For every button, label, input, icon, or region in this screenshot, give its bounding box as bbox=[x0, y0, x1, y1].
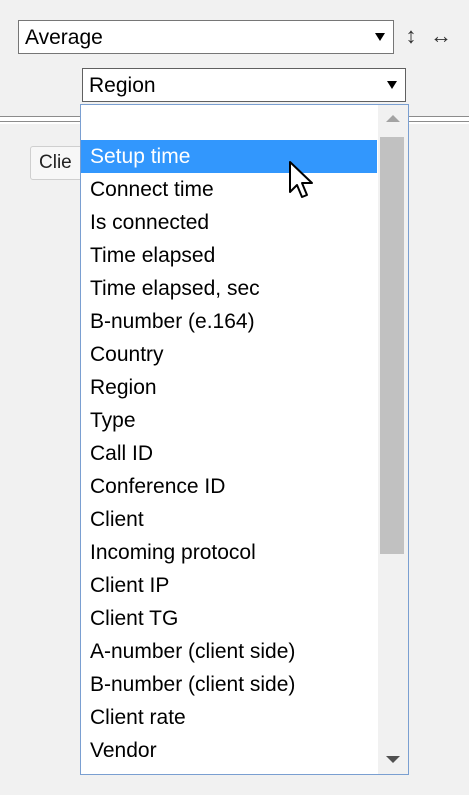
group-by-value: Region bbox=[89, 73, 156, 97]
scroll-down-arrow-icon[interactable] bbox=[378, 746, 408, 774]
dropdown-option[interactable]: Connect time bbox=[81, 173, 377, 206]
dropdown-option[interactable]: Client rate bbox=[81, 701, 377, 734]
chevron-down-icon bbox=[375, 33, 385, 41]
dropdown-option[interactable]: Incoming protocol bbox=[81, 536, 377, 569]
dropdown-option[interactable]: B-number (client side) bbox=[81, 668, 377, 701]
dropdown-scrollbar[interactable] bbox=[378, 105, 408, 774]
resize-horizontal-icon[interactable]: ↔ bbox=[430, 18, 469, 54]
group-by-dropdown-list[interactable]: Setup time Connect time Is connected Time e… bbox=[80, 104, 409, 775]
dropdown-option[interactable]: B-number (e.164) bbox=[81, 305, 377, 338]
mouse-pointer-icon bbox=[289, 161, 313, 198]
dropdown-option[interactable]: Region bbox=[81, 371, 377, 404]
dropdown-options: Setup time Connect time Is connected Time e… bbox=[81, 105, 377, 767]
scrollbar-thumb[interactable] bbox=[380, 137, 404, 554]
chevron-down-icon bbox=[387, 81, 397, 89]
dropdown-option[interactable]: Type bbox=[81, 404, 377, 437]
aggregate-function-select[interactable]: Average bbox=[18, 20, 394, 54]
dropdown-option[interactable]: Client bbox=[81, 503, 377, 536]
dropdown-option[interactable]: Country bbox=[81, 338, 377, 371]
dropdown-option[interactable]: Conference ID bbox=[81, 470, 377, 503]
dropdown-option-empty[interactable] bbox=[81, 105, 377, 140]
client-tab[interactable]: Clie bbox=[30, 146, 84, 180]
dropdown-option[interactable]: Client IP bbox=[81, 569, 377, 602]
dropdown-option[interactable]: Call ID bbox=[81, 437, 377, 470]
dropdown-option[interactable]: Time elapsed bbox=[81, 239, 377, 272]
dropdown-option[interactable]: A-number (client side) bbox=[81, 635, 377, 668]
resize-vertical-icon[interactable]: ↕ bbox=[402, 18, 420, 54]
dropdown-option[interactable]: Client TG bbox=[81, 602, 377, 635]
dropdown-option[interactable]: Is connected bbox=[81, 206, 377, 239]
scroll-up-arrow-icon[interactable] bbox=[378, 105, 408, 133]
dropdown-option[interactable]: Time elapsed, sec bbox=[81, 272, 377, 305]
dropdown-option[interactable]: Vendor bbox=[81, 734, 377, 767]
group-by-select[interactable]: Region bbox=[82, 68, 406, 102]
toolbar-area bbox=[0, 0, 469, 120]
dropdown-option[interactable]: Setup time bbox=[81, 140, 377, 173]
client-tab-label: Clie bbox=[39, 152, 72, 173]
aggregate-function-value: Average bbox=[25, 25, 103, 49]
